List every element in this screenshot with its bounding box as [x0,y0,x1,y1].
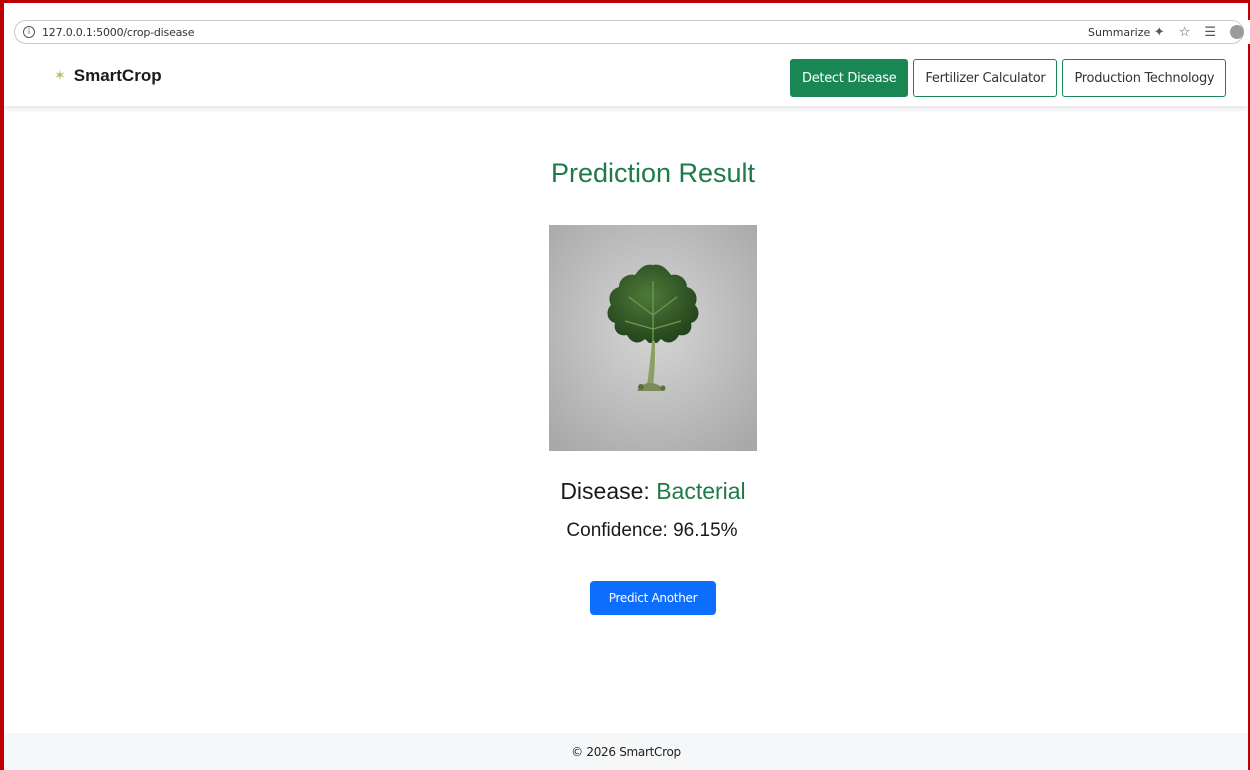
nav-buttons: Detect Disease Fertilizer Calculator Pro… [790,59,1227,97]
predict-another-button[interactable]: Predict Another [590,581,716,615]
browser-address-bar: i 127.0.0.1:5000/crop-disease Summarize … [10,20,1250,44]
production-technology-button[interactable]: Production Technology [1062,59,1227,97]
footer-copyright: © 2026 SmartCrop [571,744,681,759]
brand[interactable]: ✶ SmartCrop [54,66,162,86]
seedling-icon: ✶ [54,68,66,84]
info-icon[interactable]: i [23,26,35,38]
confidence-value: 96.15% [673,520,738,541]
detect-disease-button[interactable]: Detect Disease [790,59,909,97]
leaf-image [549,225,757,451]
confidence-label: Confidence: [566,520,668,541]
disease-value: Bacterial [656,478,746,504]
brand-name: SmartCrop [73,66,162,85]
summarize-button[interactable]: Summarize ✦ [1088,25,1165,40]
disease-result: Disease: Bacterial [0,478,1250,505]
footer: © 2026 SmartCrop [4,733,1248,770]
reading-list-icon[interactable]: ☰ [1204,25,1216,40]
browser-actions: Summarize ✦ ☆ ☰ [1088,20,1244,44]
navbar: ✶ SmartCrop Detect Disease Fertilizer Ca… [4,50,1248,106]
confidence-result: Confidence: 96.15% [0,520,1250,542]
fertilizer-calculator-button[interactable]: Fertilizer Calculator [913,59,1058,97]
page-title: Prediction Result [550,158,756,188]
url-text[interactable]: 127.0.0.1:5000/crop-disease [42,26,194,39]
summarize-icon: ✦ [1153,24,1165,40]
profile-icon[interactable] [1230,25,1244,39]
star-icon[interactable]: ☆ [1179,25,1191,40]
disease-label: Disease: [560,478,650,504]
url-bar[interactable]: i 127.0.0.1:5000/crop-disease [14,20,1244,44]
